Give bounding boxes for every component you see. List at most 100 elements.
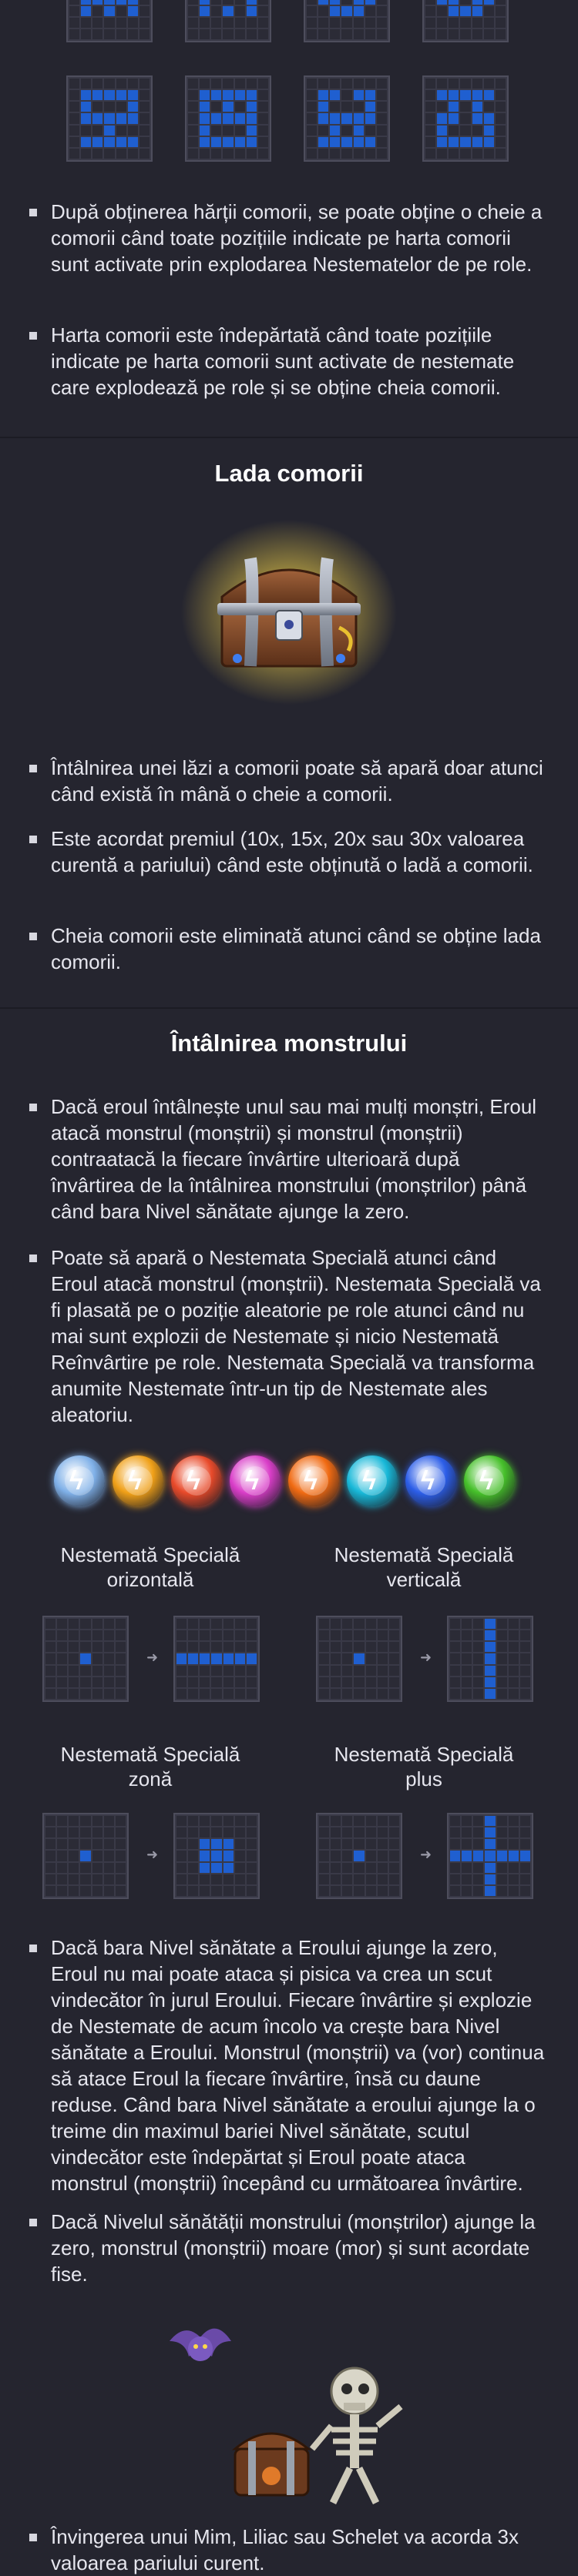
- grid-cell: [200, 102, 210, 112]
- grid-cell: [188, 1642, 199, 1653]
- grid-cell: [342, 1816, 353, 1827]
- skeleton-icon: [309, 2367, 403, 2504]
- grid-cell: [246, 1653, 257, 1664]
- grid-cell: [354, 1688, 365, 1699]
- grid-cell: [388, 1677, 399, 1687]
- grid-cell: [223, 6, 234, 17]
- grid-cell: [376, 18, 387, 28]
- grid-cell: [223, 18, 234, 28]
- grid-cell: [450, 1630, 461, 1641]
- grid-cell: [200, 1816, 210, 1827]
- grid-cell: [211, 1827, 222, 1838]
- grid-cell: [223, 1665, 234, 1676]
- grid-cell: [57, 1874, 68, 1884]
- grid-cell: [200, 1874, 210, 1884]
- grid-cell: [450, 1642, 461, 1653]
- grid-cell: [376, 125, 387, 136]
- map-pattern-grid: [66, 75, 153, 162]
- special-demo-grid-before: [42, 1616, 129, 1702]
- grid-cell: [176, 1827, 187, 1838]
- list-item: Învingerea unui Mim, Liliac sau Schelet …: [29, 2524, 546, 2576]
- grid-cell: [462, 1665, 472, 1676]
- grid-cell: [115, 1642, 126, 1653]
- grid-cell: [69, 136, 80, 147]
- grid-cell: [331, 1619, 341, 1630]
- grid-cell: [200, 1827, 210, 1838]
- grid-cell: [211, 1642, 222, 1653]
- grid-cell: [246, 1630, 257, 1641]
- grid-cell: [330, 18, 341, 28]
- grid-cell: [200, 125, 210, 136]
- grid-cell: [234, 90, 245, 101]
- grid-cell: [81, 18, 92, 28]
- grid-cell: [257, 79, 268, 89]
- grid-cell: [341, 136, 352, 147]
- list-item: Dacă eroul întâlnește unul sau mai mulți…: [29, 1094, 546, 1224]
- grid-cell: [519, 1665, 530, 1676]
- grid-cell: [377, 1874, 388, 1884]
- grid-cell: [376, 0, 387, 5]
- grid-cell: [45, 1688, 56, 1699]
- grid-cell: [257, 148, 268, 159]
- grid-cell: [319, 1630, 330, 1641]
- grid-cell: [342, 1688, 353, 1699]
- grid-cell: [450, 1619, 461, 1630]
- grid-cell: [104, 148, 115, 159]
- grid-cell: [450, 1827, 461, 1838]
- grid-cell: [103, 1839, 114, 1850]
- grid-cell: [234, 1630, 245, 1641]
- grid-cell: [473, 1642, 484, 1653]
- grid-cell: [388, 1851, 399, 1861]
- grid-cell: [211, 0, 222, 5]
- grid-cell: [365, 0, 375, 5]
- grid-cell: [246, 90, 257, 101]
- grid-cell: [388, 1642, 399, 1653]
- grid-cell: [115, 1839, 126, 1850]
- grid-cell: [354, 1851, 365, 1861]
- bullet-icon: [29, 1104, 37, 1111]
- grid-cell: [246, 1665, 257, 1676]
- grid-cell: [211, 1653, 222, 1664]
- grid-cell: [331, 1885, 341, 1896]
- grid-cell: [257, 102, 268, 112]
- grid-cell: [69, 1688, 79, 1699]
- grid-cell: [69, 1619, 79, 1630]
- grid-cell: [473, 1851, 484, 1861]
- grid-cell: [257, 90, 268, 101]
- grid-cell: [331, 1653, 341, 1664]
- grid-cell: [200, 136, 210, 147]
- grid-cell: [234, 79, 245, 89]
- grid-cell: [234, 1677, 245, 1687]
- grid-cell: [365, 113, 375, 124]
- grid-cell: [92, 1885, 102, 1896]
- grid-cell: [188, 90, 199, 101]
- grid-cell: [376, 102, 387, 112]
- grid-cell: [377, 1619, 388, 1630]
- grid-cell: [342, 1619, 353, 1630]
- grid-cell: [495, 148, 506, 159]
- grid-cell: [200, 29, 210, 39]
- grid-cell: [495, 113, 506, 124]
- grid-cell: [354, 1665, 365, 1676]
- bullet-icon: [29, 836, 37, 843]
- grid-cell: [365, 1619, 376, 1630]
- grid-cell: [365, 1862, 376, 1873]
- grid-cell: [319, 1619, 330, 1630]
- grid-cell: [342, 1862, 353, 1873]
- grid-cell: [377, 1851, 388, 1861]
- grid-cell: [376, 113, 387, 124]
- grid-cell: [508, 1619, 519, 1630]
- grid-cell: [246, 102, 257, 112]
- grid-cell: [460, 125, 471, 136]
- grid-cell: [116, 6, 126, 17]
- grid-cell: [462, 1839, 472, 1850]
- grid-cell: [176, 1619, 187, 1630]
- grid-cell: [485, 1816, 496, 1827]
- grid-cell: [92, 0, 103, 5]
- grid-cell: [508, 1874, 519, 1884]
- grid-cell: [519, 1816, 530, 1827]
- grid-cell: [496, 1874, 507, 1884]
- grid-cell: [495, 29, 506, 39]
- grid-cell: [234, 1827, 245, 1838]
- grid-cell: [116, 29, 126, 39]
